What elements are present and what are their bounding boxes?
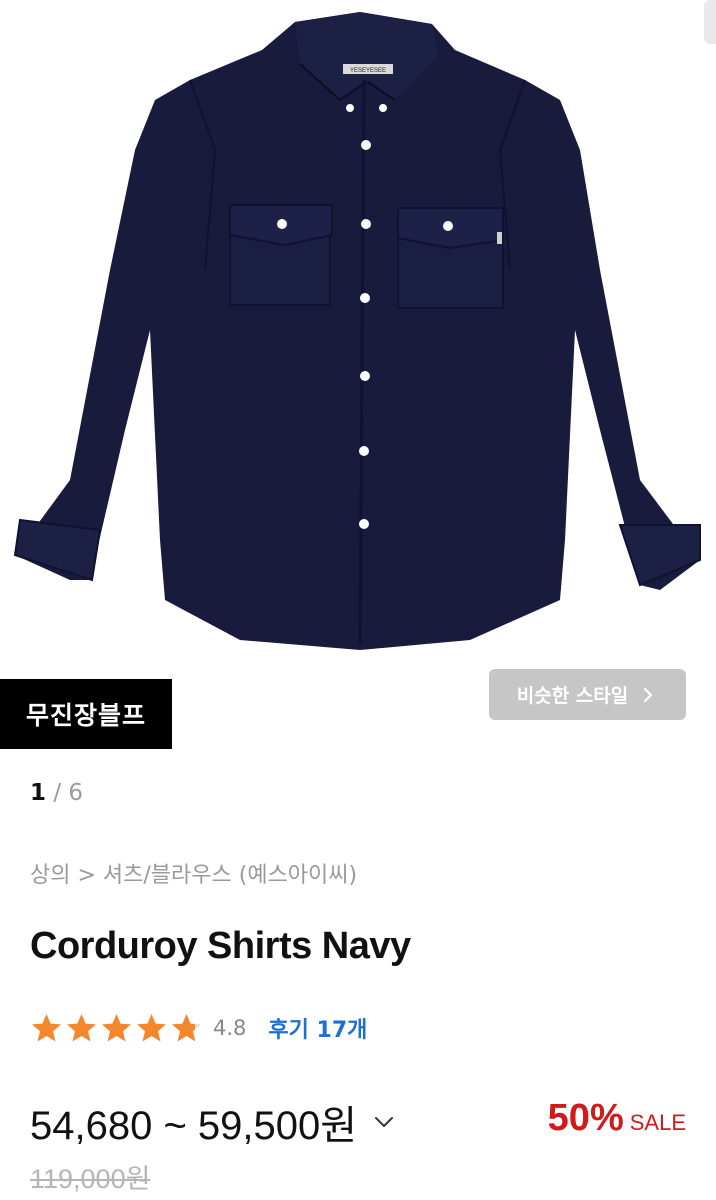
price-row: 54,680 ~ 59,500원 50% SALE xyxy=(30,1093,690,1148)
brand-promo-badge[interactable]: 무진장블프 xyxy=(0,679,172,749)
discount-badge: 50% SALE xyxy=(548,1097,686,1140)
image-pager: 1 / 6 xyxy=(30,780,83,806)
chevron-right-icon xyxy=(644,687,653,702)
scrollbar[interactable] xyxy=(704,0,716,44)
similar-style-label: 비슷한 스타일 xyxy=(516,685,629,707)
reviews-link[interactable]: 후기 17개 xyxy=(268,1012,367,1044)
star-icon xyxy=(67,1013,96,1041)
discount-label: SALE xyxy=(629,1110,686,1135)
similar-style-button[interactable]: 비슷한 스타일 xyxy=(489,669,686,720)
star-icon xyxy=(102,1013,131,1041)
shirt-icon: YESEYESEE xyxy=(13,12,701,650)
rating-score: 4.8 xyxy=(213,1016,247,1040)
product-title: Corduroy Shirts Navy xyxy=(30,925,411,967)
breadcrumb[interactable]: 상의 > 셔츠/블라우스 (예스아이씨) xyxy=(30,857,357,889)
pager-total: 6 xyxy=(68,780,84,806)
price-range-text: 54,680 ~ 59,500원 xyxy=(30,1104,358,1148)
chevron-down-icon[interactable] xyxy=(371,1109,397,1135)
discount-percent: 50% xyxy=(547,1097,624,1139)
star-icon xyxy=(172,1013,201,1041)
pager-current: 1 xyxy=(30,780,47,806)
star-icon xyxy=(32,1013,61,1041)
star-icon xyxy=(137,1013,166,1041)
rating-row: 4.8 후기 17개 xyxy=(30,1010,367,1046)
price-range[interactable]: 54,680 ~ 59,500원 xyxy=(30,1093,397,1151)
brand-label-text: YESEYESEE xyxy=(350,68,386,74)
pager-separator: / xyxy=(46,780,69,806)
product-image[interactable]: YESEYESEE xyxy=(0,0,716,660)
star-rating xyxy=(30,1012,203,1045)
original-price: 119,000원 xyxy=(30,1164,151,1194)
